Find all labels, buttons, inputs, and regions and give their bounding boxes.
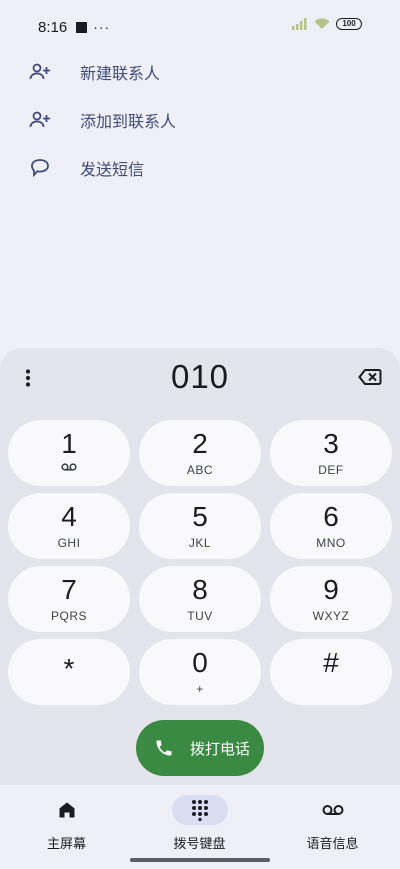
battery-indicator: 100 bbox=[336, 18, 362, 30]
key-digit: # bbox=[323, 647, 339, 678]
dial-key-9[interactable]: 9 WXYZ bbox=[270, 566, 392, 632]
voicemail-icon bbox=[8, 463, 130, 471]
dial-key-5[interactable]: 5 JKL bbox=[139, 493, 261, 559]
key-digit: 2 bbox=[192, 428, 208, 459]
home-icon bbox=[59, 802, 74, 818]
nav-home-pill bbox=[39, 795, 95, 825]
nav-label: 主屏幕 bbox=[46, 836, 86, 851]
key-letters: DEF bbox=[318, 463, 344, 477]
dial-key-hash[interactable]: # bbox=[270, 639, 392, 705]
dial-key-1[interactable]: 1 bbox=[8, 420, 130, 486]
home-indicator[interactable] bbox=[130, 858, 270, 862]
dial-key-6[interactable]: 6 MNO bbox=[270, 493, 392, 559]
message-icon bbox=[28, 156, 52, 180]
dial-header: 010 bbox=[0, 348, 400, 408]
suggestion-label: 添加到联系人 bbox=[80, 114, 177, 131]
backspace-icon bbox=[358, 369, 382, 385]
nav-label: 拨号键盘 bbox=[173, 836, 226, 851]
suggestion-add-to-contact[interactable]: 添加到联系人 bbox=[0, 96, 400, 144]
status-bar: 8:16 ··· 100 bbox=[0, 0, 400, 54]
dial-key-0[interactable]: 0 + bbox=[139, 639, 261, 705]
dial-key-8[interactable]: 8 TUV bbox=[139, 566, 261, 632]
key-letters: PQRS bbox=[50, 609, 87, 623]
key-digit: 0 bbox=[192, 647, 208, 678]
status-time: 8:16 bbox=[38, 18, 68, 36]
key-letters: MNO bbox=[316, 536, 346, 550]
person-add-icon bbox=[28, 60, 52, 84]
key-digit: * bbox=[63, 653, 75, 684]
suggestion-label: 新建联系人 bbox=[80, 66, 161, 83]
key-digit: 3 bbox=[323, 428, 339, 459]
suggestion-new-contact[interactable]: 新建联系人 bbox=[0, 48, 400, 96]
phone-icon bbox=[156, 740, 172, 756]
dial-key-3[interactable]: 3 DEF bbox=[270, 420, 392, 486]
key-digit: 8 bbox=[192, 574, 208, 605]
nav-label: 语音信息 bbox=[306, 836, 359, 851]
voicemail-icon bbox=[322, 805, 343, 815]
call-button-label: 拨打电话 bbox=[190, 740, 251, 758]
dial-key-4[interactable]: 4 GHI bbox=[8, 493, 130, 559]
suggestion-send-message[interactable]: 发送短信 bbox=[0, 144, 400, 192]
suggestion-label: 发送短信 bbox=[80, 162, 145, 179]
nav-dialpad[interactable]: 拨号键盘 bbox=[133, 795, 266, 852]
more-notifications-icon: ··· bbox=[93, 19, 111, 35]
dial-key-2[interactable]: 2 ABC bbox=[139, 420, 261, 486]
key-digit: 4 bbox=[61, 501, 77, 532]
bottom-navigation: 主屏幕 拨号键盘 语音信息 bbox=[0, 785, 400, 869]
notification-square-icon bbox=[76, 21, 88, 33]
person-add-icon bbox=[28, 108, 52, 132]
key-digit: 7 bbox=[61, 574, 77, 605]
key-letters: GHI bbox=[57, 536, 81, 550]
nav-dialpad-pill bbox=[171, 795, 228, 825]
dial-key-7[interactable]: 7 PQRS bbox=[8, 566, 130, 632]
dialpad-icon bbox=[191, 800, 208, 821]
dial-key-star[interactable]: * bbox=[8, 639, 130, 705]
nav-voicemail[interactable]: 语音信息 bbox=[266, 795, 399, 852]
dialed-number-field[interactable]: 010 bbox=[0, 358, 400, 396]
signal-icon bbox=[292, 18, 307, 30]
key-digit: 9 bbox=[323, 574, 339, 605]
key-letters: ABC bbox=[186, 463, 214, 477]
key-letters: + bbox=[196, 682, 204, 696]
backspace-button[interactable] bbox=[356, 365, 384, 389]
key-digit: 6 bbox=[323, 501, 339, 532]
key-letters: WXYZ bbox=[312, 609, 350, 623]
key-letters: TUV bbox=[187, 609, 213, 623]
nav-voicemail-pill bbox=[305, 795, 361, 825]
dial-suggestions: 新建联系人 添加到联系人 发送短信 bbox=[0, 48, 400, 192]
key-digit: 5 bbox=[192, 501, 208, 532]
wifi-icon bbox=[314, 18, 330, 29]
nav-home[interactable]: 主屏幕 bbox=[0, 795, 133, 852]
call-button[interactable]: 拨打电话 bbox=[136, 720, 264, 776]
status-icons: 100 bbox=[292, 18, 362, 30]
key-digit: 1 bbox=[61, 428, 77, 459]
key-letters: JKL bbox=[188, 536, 212, 550]
